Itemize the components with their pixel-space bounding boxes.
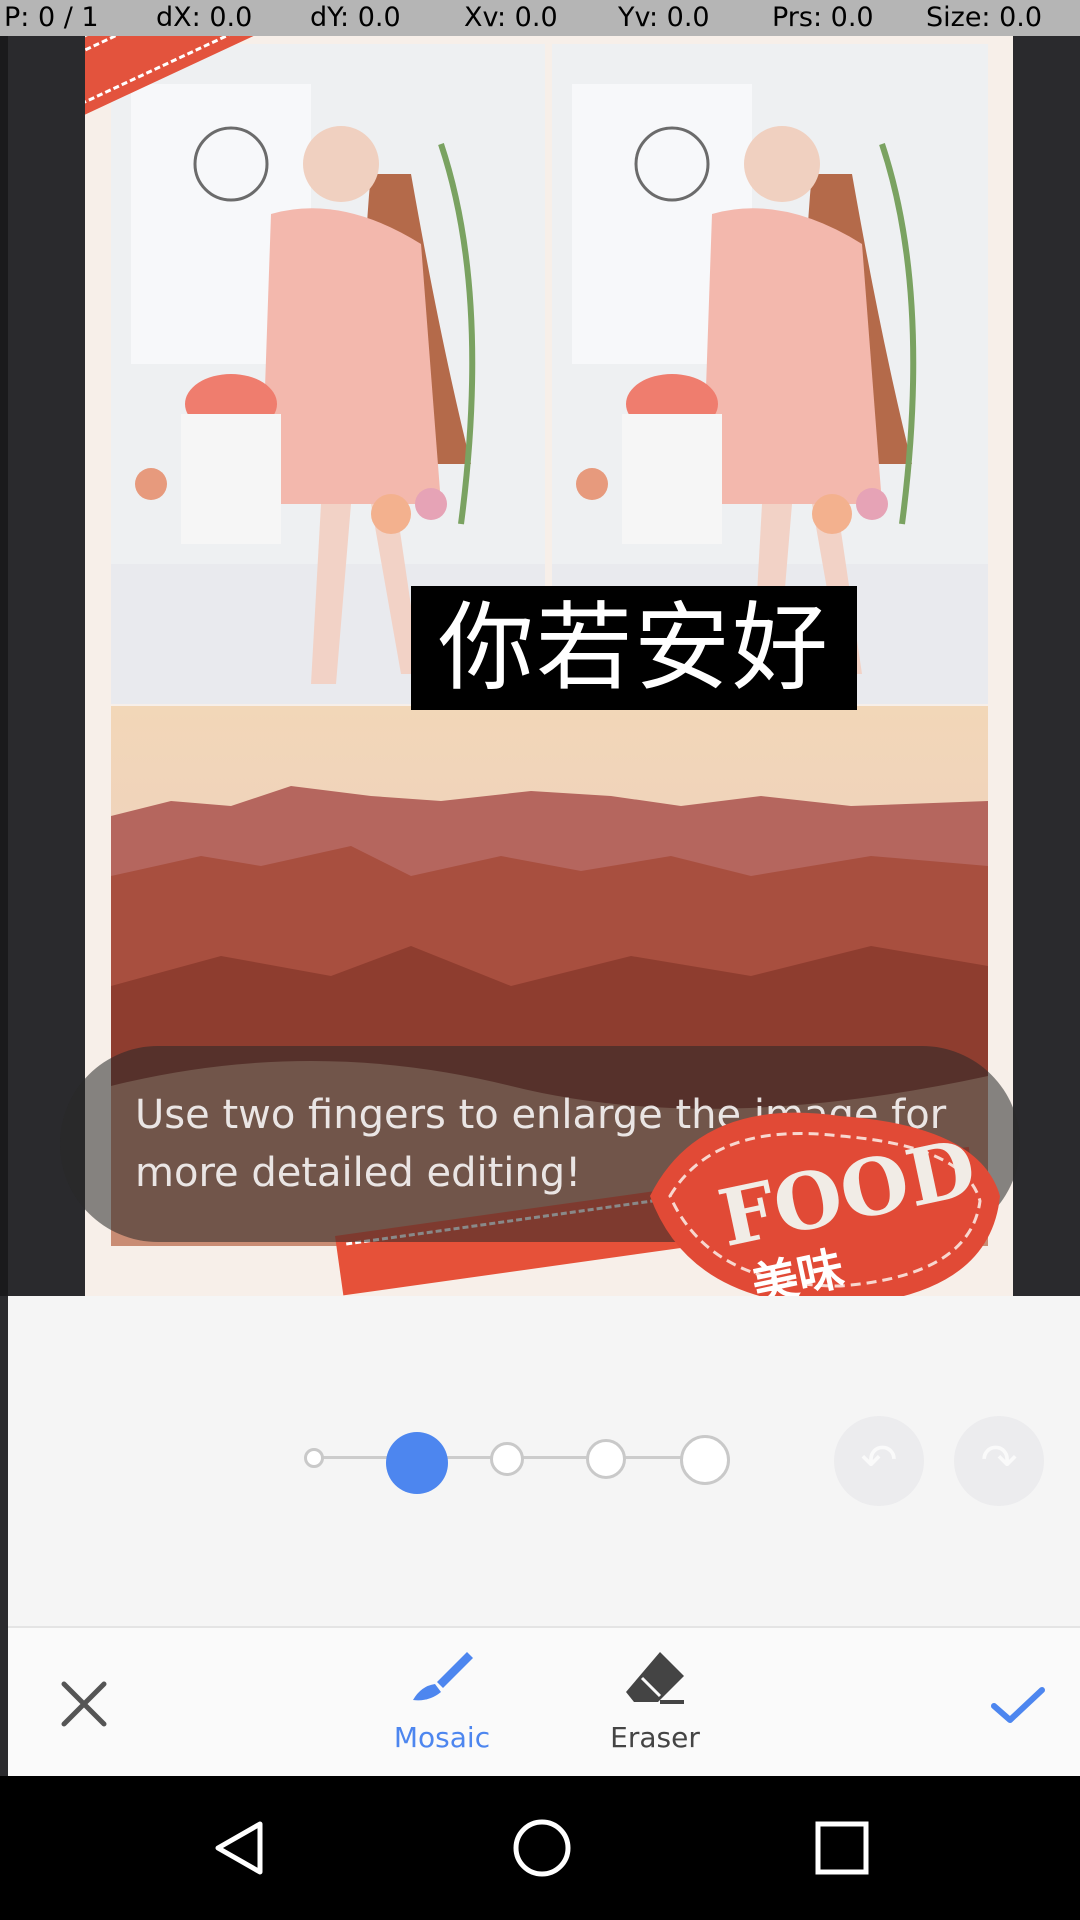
size-level-4[interactable] [586,1439,626,1479]
recents-button[interactable] [812,1818,872,1878]
eraser-icon [626,1652,684,1704]
poster-title: 你若安好 [411,586,857,710]
touch-size: Size: 0.0 [926,2,1043,33]
velocity-x: Xv: 0.0 [464,2,558,33]
back-button[interactable] [210,1818,270,1878]
velocity-y: Yv: 0.0 [618,2,710,33]
canvas-edge [0,36,8,1296]
confirm-button[interactable] [988,1674,1048,1734]
delta-y: dY: 0.0 [310,2,401,33]
size-level-5[interactable] [680,1435,730,1485]
home-button[interactable] [510,1816,574,1880]
pressure: Prs: 0.0 [772,2,874,33]
undo-button[interactable]: ↶ [834,1416,924,1506]
tool-bar: Mosaic Eraser [8,1626,1080,1778]
brush-icon [413,1652,473,1701]
back-icon [215,1821,263,1875]
edit-canvas[interactable]: 你若安好 Use two fingers to enlarge the imag… [0,36,1080,1313]
size-level-3[interactable] [490,1442,524,1476]
mosaic-tool[interactable]: Mosaic [367,1646,517,1754]
redo-icon: ↷ [980,1435,1018,1486]
recents-icon [815,1821,869,1875]
close-icon [61,1681,107,1727]
eraser-label: Eraser [610,1721,700,1754]
size-level-1[interactable] [304,1448,324,1468]
brush-size-slider[interactable] [304,1420,734,1494]
check-icon [991,1687,1045,1723]
delta-x: dX: 0.0 [156,2,253,33]
pointer-location-bar: P: 0 / 1 dX: 0.0 dY: 0.0 Xv: 0.0 Yv: 0.0… [0,0,1080,36]
brush-settings-panel: ↶ ↷ [8,1296,1080,1626]
size-level-2[interactable] [386,1432,448,1494]
navigation-bar [0,1776,1080,1920]
redo-button[interactable]: ↷ [954,1416,1044,1506]
cancel-button[interactable] [54,1674,114,1734]
mosaic-label: Mosaic [393,1721,491,1754]
pointer-count: P: 0 / 1 [4,2,99,33]
undo-icon: ↶ [860,1435,898,1486]
home-icon [513,1819,571,1877]
eraser-tool[interactable]: Eraser [580,1646,730,1754]
